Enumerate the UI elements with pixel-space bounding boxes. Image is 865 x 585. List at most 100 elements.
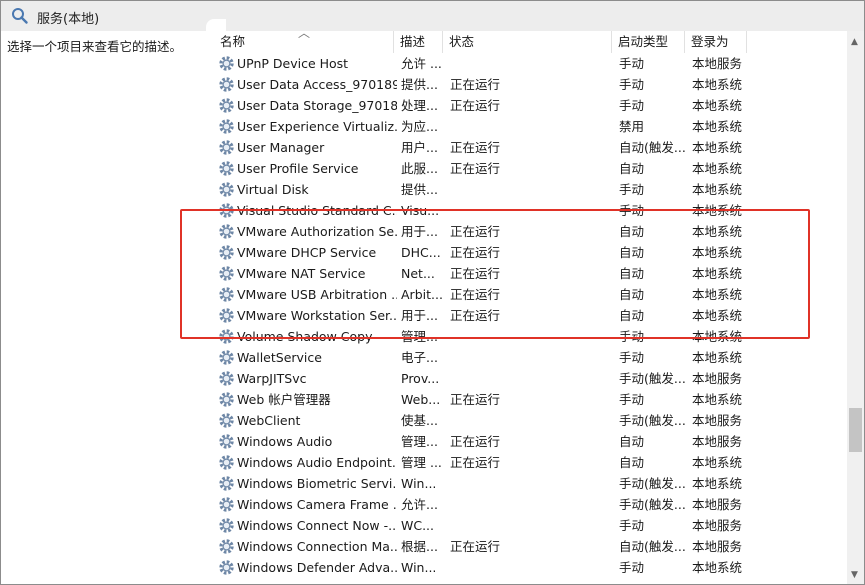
service-startup-type: 禁用 (619, 119, 645, 134)
service-gear-icon (219, 119, 234, 134)
service-startup-type: 手动 (619, 560, 645, 575)
service-startup-type: 手动(触发... (619, 371, 686, 386)
service-status: 正在运行 (450, 98, 501, 113)
service-description: 根据... (401, 539, 438, 554)
service-gear-icon (219, 161, 234, 176)
service-row[interactable]: Windows Defender Adva... Win... 手动 本地系统 (214, 557, 847, 578)
service-description: Win... (401, 476, 437, 491)
service-logon-as: 本地系统 (692, 392, 743, 407)
service-status (450, 410, 610, 431)
service-name: Web 帐户管理器 (237, 392, 331, 407)
service-row[interactable]: Web 帐户管理器 Web... 正在运行 手动 本地系统 (214, 389, 847, 410)
service-logon-as: 本地系统 (692, 98, 743, 113)
service-description: 使基... (401, 413, 438, 428)
service-logon-as: 本地系统 (692, 350, 743, 365)
magnifier-gear-icon (12, 8, 28, 24)
service-status: 正在运行 (450, 392, 501, 407)
service-logon-as: 本地系统 (692, 560, 743, 575)
service-name: User Profile Service (237, 161, 359, 176)
service-startup-type: 手动(触发... (619, 497, 686, 512)
service-row[interactable]: WarpJITSvc Prov... 手动(触发... 本地服务 (214, 368, 847, 389)
scroll-thumb[interactable] (849, 408, 862, 452)
service-logon-as: 本地系统 (692, 455, 743, 470)
service-logon-as (692, 578, 762, 584)
service-startup-type: 手动 (619, 518, 645, 533)
service-gear-icon (219, 497, 234, 512)
service-gear-icon (219, 434, 234, 449)
vmware-services-highlight (180, 209, 810, 339)
service-status (450, 368, 610, 389)
service-status (450, 347, 610, 368)
service-row[interactable]: User Experience Virtualiz... 为应... 禁用 本地系统 (214, 116, 847, 137)
service-row[interactable]: Windows Connection Ma... 根据... 正在运行 自动(触发..… (214, 536, 847, 557)
service-row[interactable] (214, 578, 847, 584)
service-description: 允许 ... (401, 56, 442, 71)
service-logon-as: 本地系统 (692, 140, 743, 155)
column-header-description-label: 描述 (400, 34, 426, 49)
service-logon-as: 本地服务 (692, 518, 743, 533)
service-row[interactable]: Windows Audio Endpoint... 管理 ... 正在运行 自动 本地系… (214, 452, 847, 473)
service-logon-as: 本地系统 (692, 182, 743, 197)
service-logon-as: 本地服务 (692, 413, 743, 428)
service-gear-icon (219, 392, 234, 407)
service-description (401, 578, 447, 584)
column-header-status-label: 状态 (449, 34, 475, 49)
service-row[interactable]: WebClient 使基... 手动(触发... 本地服务 (214, 410, 847, 431)
service-status (450, 53, 610, 74)
service-row[interactable]: User Profile Service 此服... 正在运行 自动 本地系统 (214, 158, 847, 179)
column-header-name[interactable]: ︿ 名称 (214, 26, 394, 53)
service-startup-type: 手动(触发... (619, 413, 686, 428)
service-status (450, 578, 610, 584)
service-description: 提供... (401, 77, 438, 92)
service-name: Windows Connect Now -... (237, 518, 397, 533)
column-header-logon-as[interactable]: 登录为 (685, 31, 747, 53)
service-gear-icon (219, 455, 234, 470)
scroll-down-arrow-icon[interactable]: ▼ (851, 570, 858, 580)
service-row[interactable]: WalletService 电子... 手动 本地系统 (214, 347, 847, 368)
service-name: Windows Connection Ma... (237, 539, 397, 554)
description-text: 选择一个项目来查看它的描述。 (7, 39, 183, 54)
service-name: Windows Camera Frame ... (237, 497, 397, 512)
service-gear-icon (219, 371, 234, 386)
service-status: 正在运行 (450, 434, 501, 449)
service-row[interactable]: Windows Audio 管理... 正在运行 自动 本地服务 (214, 431, 847, 452)
column-header-startup-type[interactable]: 启动类型 (612, 31, 685, 53)
service-row[interactable]: Windows Biometric Servi... Win... 手动(触发...… (214, 473, 847, 494)
service-gear-icon (219, 77, 234, 92)
service-name: User Data Storage_970189 (237, 98, 397, 113)
service-name: Virtual Disk (237, 182, 309, 197)
service-gear-icon (219, 539, 234, 554)
service-description: Prov... (401, 371, 440, 386)
service-status: 正在运行 (450, 77, 501, 92)
service-startup-type: 手动 (619, 350, 645, 365)
service-startup-type: 自动 (619, 161, 645, 176)
service-status (450, 179, 610, 200)
service-gear-icon (219, 98, 234, 113)
service-startup-type: 自动 (619, 455, 645, 470)
service-row[interactable]: User Manager 用户... 正在运行 自动(触发... 本地系统 (214, 137, 847, 158)
column-header-description[interactable]: 描述 (394, 31, 443, 53)
service-gear-icon (219, 518, 234, 533)
service-logon-as: 本地服务 (692, 539, 743, 554)
service-description: Win... (401, 560, 437, 575)
service-row[interactable]: User Data Storage_970189 处理... 正在运行 手动 本地系统 (214, 95, 847, 116)
service-gear-icon (219, 140, 234, 155)
service-gear-icon (219, 350, 234, 365)
window-title: 服务(本地) (37, 12, 100, 27)
service-row[interactable]: Virtual Disk 提供... 手动 本地系统 (214, 179, 847, 200)
column-header-status[interactable]: 状态 (443, 31, 612, 53)
service-startup-type: 手动 (619, 56, 645, 71)
column-header-logon-label: 登录为 (691, 34, 729, 49)
service-row[interactable]: UPnP Device Host 允许 ... 手动 本地服务 (214, 53, 847, 74)
service-name: User Experience Virtualiz... (237, 119, 397, 134)
service-row[interactable]: Windows Camera Frame ... 允许... 手动(触发... 本地服… (214, 494, 847, 515)
service-name: WebClient (237, 413, 301, 428)
scroll-up-arrow-icon[interactable]: ▲ (851, 37, 858, 47)
column-header-startup-label: 启动类型 (618, 34, 669, 49)
service-name: WalletService (237, 350, 322, 365)
service-row[interactable]: User Data Access_970189 提供... 正在运行 手动 本地系统 (214, 74, 847, 95)
service-status (450, 515, 610, 536)
vertical-scrollbar[interactable]: ▲ ▼ (847, 31, 864, 584)
service-row[interactable]: Windows Connect Now -... WC... 手动 本地服务 (214, 515, 847, 536)
service-logon-as: 本地系统 (692, 77, 743, 92)
